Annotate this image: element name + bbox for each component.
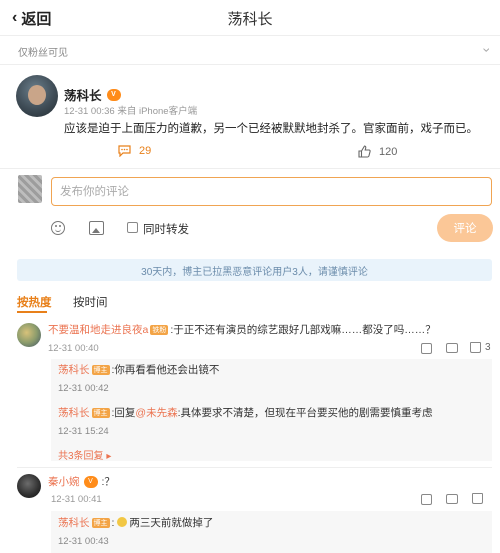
author-badge: 博主 bbox=[91, 408, 110, 418]
thumbs-up-icon bbox=[470, 342, 481, 353]
comment-text: 秦小婉 V :？ bbox=[48, 474, 115, 489]
comment-text: 不要温和地走进良夜a 铁粉:于正不还有演员的综艺跟好几部戏嘛……都没了吗……？ bbox=[48, 322, 488, 337]
tab-hot[interactable]: 按热度 bbox=[17, 294, 52, 310]
commenter-avatar[interactable] bbox=[17, 474, 41, 498]
comment-body: :于正不还有演员的综艺跟好几部戏嘛……都没了吗……？ bbox=[170, 324, 436, 336]
visibility-label: 仅粉丝可见 bbox=[18, 48, 68, 59]
chevron-down-icon[interactable]: › bbox=[480, 48, 496, 53]
divider bbox=[17, 467, 492, 468]
reply-author[interactable]: 荡科长 bbox=[58, 407, 90, 419]
author-name: 荡科长 bbox=[64, 89, 102, 103]
comment-like-count: 3 bbox=[485, 342, 491, 353]
post-meta: 12-31 00:36 来自 iPhone客户端 bbox=[64, 106, 198, 117]
share-icon[interactable] bbox=[421, 343, 432, 354]
my-avatar bbox=[18, 175, 42, 203]
fan-badge: 铁粉 bbox=[150, 325, 169, 335]
mention-link[interactable]: @未先森 bbox=[135, 407, 177, 419]
reply-prefix: :回复 bbox=[111, 407, 136, 419]
reply-author[interactable]: 荡科长 bbox=[58, 517, 90, 529]
repost-checkbox[interactable] bbox=[127, 222, 138, 233]
more-replies-link[interactable]: 共3条回复 ▸ bbox=[58, 447, 111, 462]
author-avatar[interactable] bbox=[16, 75, 58, 117]
reply-author[interactable]: 荡科长 bbox=[58, 364, 90, 376]
post-author[interactable]: 荡科长 V bbox=[64, 85, 121, 104]
submit-comment-button[interactable]: 评论 bbox=[437, 214, 493, 242]
reply-item: 荡科长 博主:回复@未先森:具体要求不清楚，但现在平台要买他的剧需要慎重考虑 bbox=[58, 405, 433, 420]
commenter-avatar[interactable] bbox=[17, 323, 41, 347]
reply-time: 12-31 15:24 bbox=[58, 426, 109, 437]
emoji-icon bbox=[117, 517, 128, 527]
block-notice: 30天内，博主已拉黑恶意评论用户3人，请谨慎评论 bbox=[17, 259, 492, 281]
commenter-name[interactable]: 秦小婉 bbox=[48, 474, 80, 489]
thumbs-up-icon[interactable] bbox=[472, 493, 483, 504]
verified-icon: V bbox=[106, 88, 121, 101]
thumbs-up-icon bbox=[358, 145, 371, 158]
image-icon[interactable] bbox=[89, 221, 104, 235]
verified-icon: V bbox=[83, 475, 98, 488]
comment-input[interactable] bbox=[51, 177, 492, 206]
active-tab-indicator bbox=[17, 311, 47, 313]
tab-time[interactable]: 按时间 bbox=[73, 294, 108, 310]
comment-count: 29 bbox=[139, 145, 152, 157]
comment-time: 12-31 00:40 bbox=[48, 343, 99, 354]
reply-icon[interactable] bbox=[446, 494, 458, 504]
post-content: 应该是迫于上面压力的道歉，另一个已经被默默地封杀了。官家面前，戏子而已。 bbox=[64, 123, 478, 135]
reply-text: :具体要求不清楚，但现在平台要买他的剧需要慎重考虑 bbox=[177, 407, 433, 419]
author-badge: 博主 bbox=[91, 365, 110, 375]
comment-icon bbox=[118, 145, 131, 157]
page-title: 荡科长 bbox=[227, 11, 273, 28]
comment-like-button[interactable]: 3 bbox=[470, 342, 491, 353]
reply-icon[interactable] bbox=[446, 343, 458, 353]
reply-item: 荡科长 博主:你再看看他还会出镜不 bbox=[58, 362, 219, 377]
reply-time: 12-31 00:42 bbox=[58, 383, 109, 394]
reply-time: 12-31 00:43 bbox=[58, 536, 109, 547]
repost-label: 同时转发 bbox=[143, 224, 189, 236]
author-badge: 博主 bbox=[91, 518, 110, 528]
share-icon[interactable] bbox=[421, 494, 432, 505]
divider bbox=[0, 168, 500, 169]
reply-text: :你再看看他还会出镜不 bbox=[111, 364, 220, 376]
commenter-name[interactable]: 不要温和地走进良夜a bbox=[48, 324, 148, 336]
like-button[interactable]: 120 bbox=[358, 145, 397, 158]
reply-item: 荡科长 博主: 两三天前就做掉了 bbox=[58, 517, 214, 529]
like-count: 120 bbox=[379, 145, 398, 158]
comment-count-button[interactable]: 29 bbox=[118, 145, 151, 157]
comment-body: :？ bbox=[101, 476, 115, 488]
reply-text: 两三天前就做掉了 bbox=[129, 517, 214, 529]
emoji-icon[interactable] bbox=[51, 221, 65, 235]
divider bbox=[0, 64, 500, 65]
comment-time: 12-31 00:41 bbox=[51, 494, 102, 505]
